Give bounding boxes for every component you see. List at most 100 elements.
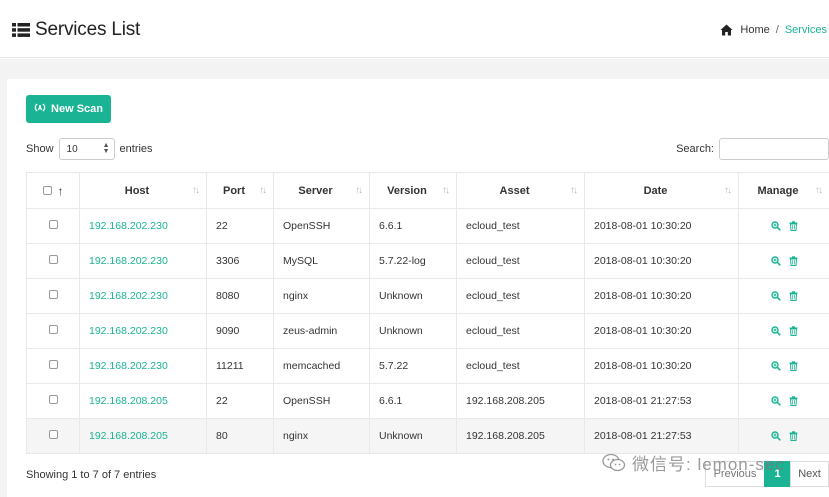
page-length-value: 10	[66, 143, 78, 155]
cell-date: 2018-08-01 21:27:53	[584, 383, 739, 419]
column-header-port[interactable]: Port ↑↓	[206, 172, 274, 209]
row-checkbox[interactable]	[48, 325, 58, 334]
cell-asset: ecloud_test	[456, 348, 585, 384]
show-label: Show	[26, 143, 54, 155]
select-all-checkbox[interactable]	[42, 186, 52, 195]
sort-icon: ↑↓	[724, 185, 732, 196]
sort-icon: ↑↓	[259, 185, 267, 196]
cell-manage	[738, 243, 829, 279]
row-checkbox[interactable]	[48, 220, 58, 229]
page-length-select[interactable]: 10 ▲ ▼	[58, 138, 115, 160]
row-checkbox[interactable]	[48, 395, 58, 404]
breadcrumb: Home / Services	[720, 24, 827, 36]
cell-asset: ecloud_test	[456, 208, 585, 244]
cell-manage	[738, 418, 829, 454]
zoom-in-icon[interactable]	[770, 291, 781, 302]
column-header-host[interactable]: Host ↑↓	[79, 172, 207, 209]
cell-server: MySQL	[273, 243, 370, 279]
cell-manage	[738, 313, 829, 349]
cell-host[interactable]: 192.168.202.230	[79, 348, 207, 384]
cell-date: 2018-08-01 21:27:53	[584, 418, 739, 454]
zoom-in-icon[interactable]	[770, 396, 781, 407]
zoom-in-icon[interactable]	[770, 256, 781, 267]
table-row: 192.168.202.230 3306 MySQL 5.7.22-log ecloud…	[26, 243, 829, 279]
cell-host[interactable]: 192.168.202.230	[79, 208, 207, 244]
watermark-text: 微信号: lemon-sec	[632, 455, 785, 474]
trash-icon[interactable]	[789, 221, 798, 232]
sort-icon: ↑↓	[192, 185, 200, 196]
row-checkbox[interactable]	[48, 430, 58, 439]
trash-icon[interactable]	[789, 361, 798, 372]
cell-date: 2018-08-01 10:30:20	[584, 313, 739, 349]
trash-icon[interactable]	[789, 431, 798, 442]
cell-server: OpenSSH	[273, 208, 370, 244]
cell-manage	[738, 348, 829, 384]
zoom-in-icon[interactable]	[770, 361, 781, 372]
cell-port: 22	[206, 208, 274, 244]
cell-host[interactable]: 192.168.208.205	[79, 383, 207, 419]
cell-server: nginx	[273, 418, 370, 454]
row-select-cell	[26, 348, 80, 384]
cell-version: Unknown	[369, 418, 457, 454]
column-header-server[interactable]: Server ↑↓	[273, 172, 370, 209]
cell-asset: 192.168.208.205	[456, 383, 585, 419]
cell-host[interactable]: 192.168.202.230	[79, 243, 207, 279]
cell-version: 5.7.22	[369, 348, 457, 384]
cell-host[interactable]: 192.168.208.205	[79, 418, 207, 454]
cell-manage	[738, 278, 829, 314]
row-select-cell	[26, 243, 80, 279]
cell-port: 9090	[206, 313, 274, 349]
zoom-in-icon[interactable]	[770, 221, 781, 232]
row-checkbox[interactable]	[48, 290, 58, 299]
cell-date: 2018-08-01 10:30:20	[584, 348, 739, 384]
cell-version: 6.6.1	[369, 383, 457, 419]
search-label: Search:	[676, 143, 714, 155]
cell-server: OpenSSH	[273, 383, 370, 419]
cell-host[interactable]: 192.168.202.230	[79, 278, 207, 314]
select-arrows-icon: ▲ ▼	[102, 142, 110, 155]
page-title: Services List	[35, 19, 141, 40]
page-header: Services List Home / Services	[0, 0, 829, 58]
zoom-in-icon[interactable]	[770, 431, 781, 442]
row-select-cell	[26, 313, 80, 349]
table-info: Showing 1 to 7 of 7 entries	[26, 469, 157, 481]
trash-icon[interactable]	[789, 396, 798, 407]
cell-version: Unknown	[369, 278, 457, 314]
new-scan-button[interactable]: New Scan	[26, 95, 111, 123]
radar-icon	[34, 102, 51, 116]
row-select-cell	[26, 383, 80, 419]
trash-icon[interactable]	[789, 256, 798, 267]
row-select-cell	[26, 418, 80, 454]
cell-server: nginx	[273, 278, 370, 314]
column-header-asset[interactable]: Asset ↑↓	[456, 172, 585, 209]
home-icon[interactable]	[720, 24, 733, 36]
search-input[interactable]	[719, 138, 829, 160]
wechat-icon	[602, 453, 626, 471]
column-header-version[interactable]: Version ↑↓	[369, 172, 457, 209]
cell-manage	[738, 383, 829, 419]
cell-date: 2018-08-01 10:30:20	[584, 243, 739, 279]
list-icon	[12, 22, 30, 38]
next-page-button[interactable]: Next	[790, 461, 829, 487]
column-header-date[interactable]: Date ↑↓	[584, 172, 739, 209]
zoom-in-icon[interactable]	[770, 326, 781, 337]
cell-date: 2018-08-01 10:30:20	[584, 278, 739, 314]
breadcrumb-current: Services	[784, 24, 827, 36]
row-select-cell	[26, 208, 80, 244]
row-checkbox[interactable]	[48, 255, 58, 264]
trash-icon[interactable]	[789, 326, 798, 337]
cell-server: zeus-admin	[273, 313, 370, 349]
sort-icon: ↑↓	[442, 185, 450, 196]
sort-asc-icon: ↑	[57, 183, 64, 198]
trash-icon[interactable]	[789, 291, 798, 302]
breadcrumb-separator: /	[775, 24, 779, 36]
select-all-header[interactable]: ↑	[26, 172, 80, 209]
cell-asset: ecloud_test	[456, 313, 585, 349]
cell-port: 8080	[206, 278, 274, 314]
breadcrumb-home[interactable]: Home	[740, 24, 769, 36]
row-checkbox[interactable]	[48, 360, 58, 369]
table-row: 192.168.202.230 11211 memcached 5.7.22 eclou…	[26, 348, 829, 384]
cell-host[interactable]: 192.168.202.230	[79, 313, 207, 349]
column-header-manage[interactable]: Manage ↑↓	[738, 172, 829, 209]
table-row: 192.168.202.230 9090 zeus-admin Unknown eclo…	[26, 313, 829, 349]
